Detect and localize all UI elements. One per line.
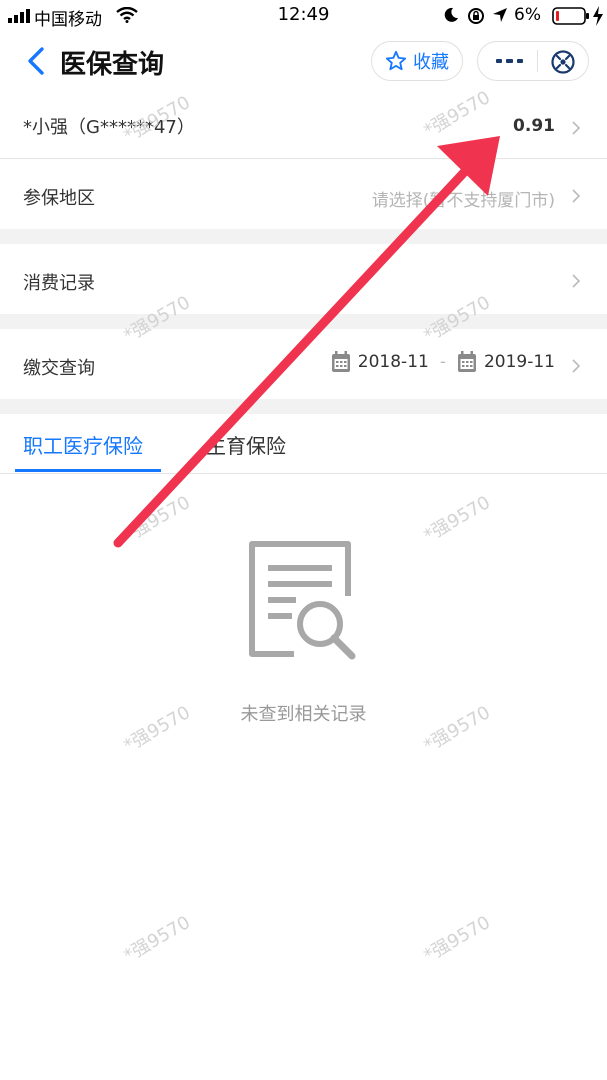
annotation-arrow bbox=[113, 136, 500, 548]
